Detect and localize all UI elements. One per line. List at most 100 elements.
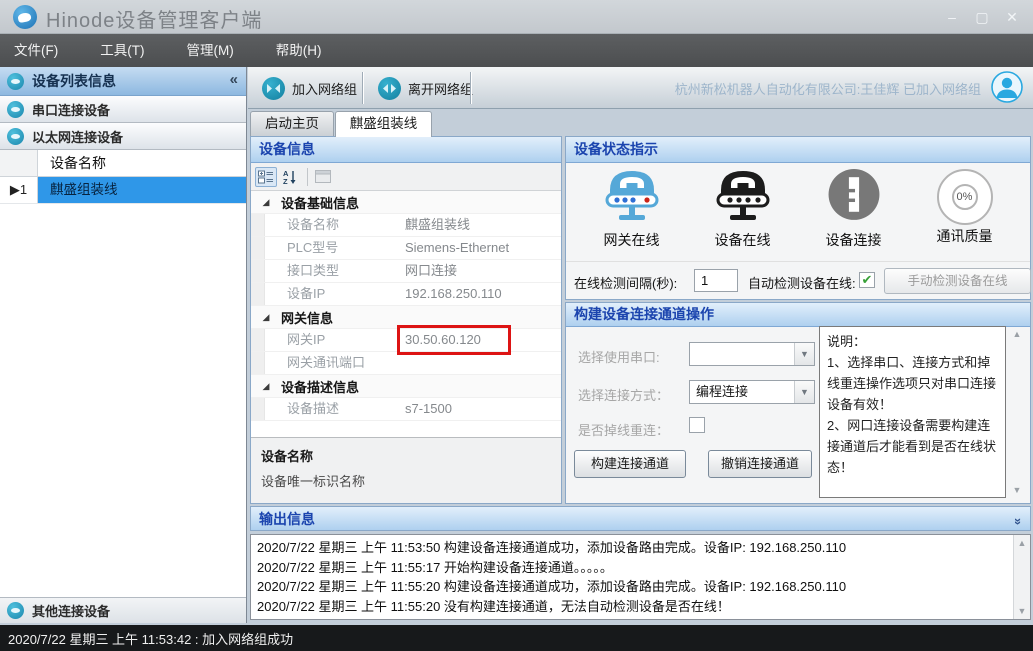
property-value[interactable]: 网口连接: [401, 260, 561, 282]
property-row-device-description[interactable]: 设备描述 s7-1500: [251, 398, 561, 421]
categorized-view-icon[interactable]: [255, 167, 277, 187]
property-value[interactable]: 麒盛组装线: [401, 214, 561, 236]
leave-group-icon: [378, 77, 401, 100]
main-toolbar: 加入网络组 离开网络组 杭州新松机器人自动化有限公司:王佳辉 已加入网络组: [248, 67, 1033, 109]
interval-input[interactable]: [694, 269, 738, 292]
expander-icon[interactable]: ◢: [251, 381, 281, 392]
chevron-down-icon[interactable]: ▼: [794, 381, 814, 403]
main-content: 设备信息 AZ ◢ 设备基础信息 设备名称 麒盛组装线: [248, 136, 1033, 625]
menu-tools[interactable]: 工具(T): [86, 34, 158, 67]
manual-detect-button[interactable]: 手动检测设备在线: [884, 268, 1031, 294]
leave-network-group-button[interactable]: 离开网络组: [368, 71, 483, 105]
category-row-basic-info[interactable]: ◢ 设备基础信息: [251, 191, 561, 214]
device-list-sidebar: 设备列表信息 « 串口连接设备 以太网连接设备 设备名称 ▶1 麒盛组装线 其他…: [0, 67, 247, 623]
gateway-router-icon: [600, 167, 664, 224]
quality-gauge-icon: 0%: [937, 169, 993, 225]
close-button[interactable]: ✕: [997, 4, 1027, 30]
category-label: 设备基础信息: [281, 193, 359, 212]
note-scrollbar: ▲ ▼: [1009, 326, 1025, 498]
menu-file[interactable]: 文件(F): [0, 34, 72, 67]
tab-device[interactable]: 麒盛组装线: [335, 111, 432, 137]
sidebar-item-serial-devices[interactable]: 串口连接设备: [0, 96, 246, 123]
revoke-channel-button[interactable]: 撤销连接通道: [708, 450, 812, 478]
log-line: 2020/7/22 星期三 上午 11:55:20 没有构建连接通道，无法自动检…: [257, 597, 1007, 617]
output-log[interactable]: 2020/7/22 星期三 上午 11:53:50 构建设备连接通道成功，添加设…: [250, 534, 1031, 620]
scroll-up-icon[interactable]: ▲: [1009, 326, 1025, 342]
property-row-plc-model[interactable]: PLC型号 Siemens-Ethernet: [251, 237, 561, 260]
indent-strip: [251, 237, 265, 259]
indent-strip: [251, 398, 265, 420]
reconnect-label: 是否掉线重连：: [578, 420, 669, 439]
device-name-cell[interactable]: 麒盛组装线: [38, 177, 246, 203]
status-indicators: 网关在线 设备在线: [566, 163, 1030, 263]
chevron-down-icon[interactable]: ▼: [794, 343, 814, 365]
auto-detect-checkbox[interactable]: ✔: [859, 272, 875, 288]
window-controls: – ▢ ✕: [937, 0, 1027, 34]
property-value[interactable]: Siemens-Ethernet: [401, 237, 561, 259]
collapse-panel-icon[interactable]: »: [1006, 518, 1031, 525]
property-label: 设备IP: [265, 283, 401, 305]
title-bar: Hinode设备管理客户端 – ▢ ✕: [0, 0, 1033, 34]
output-scrollbar[interactable]: ▲ ▼: [1013, 535, 1030, 619]
status-bar: 2020/7/22 星期三 上午 11:53:42 : 加入网络组成功: [0, 625, 1033, 651]
sidebar-header: 设备列表信息 «: [0, 67, 246, 96]
property-value[interactable]: 30.50.60.120: [401, 329, 561, 351]
selected-property-name: 设备名称: [261, 446, 551, 465]
category-row-gateway-info[interactable]: ◢ 网关信息: [251, 306, 561, 329]
sidebar-item-ethernet-devices[interactable]: 以太网连接设备: [0, 123, 246, 150]
property-label: 网关IP: [265, 329, 401, 351]
scroll-down-icon[interactable]: ▼: [1009, 482, 1025, 498]
device-router-icon: [711, 167, 775, 224]
category-row-description-info[interactable]: ◢ 设备描述信息: [251, 375, 561, 398]
property-value[interactable]: s7-1500: [401, 398, 561, 420]
expander-icon[interactable]: ◢: [251, 312, 281, 323]
table-row[interactable]: ▶1 麒盛组装线: [0, 177, 246, 204]
status-bar-message: 2020/7/22 星期三 上午 11:53:42 : 加入网络组成功: [0, 629, 293, 648]
auto-detect-label: 自动检测设备在线:: [748, 273, 856, 292]
indent-strip: [251, 260, 265, 282]
property-row-gateway-port[interactable]: 网关通讯端口: [251, 352, 561, 375]
toolbar-separator: [470, 72, 471, 104]
device-online-label: 设备在线: [691, 230, 795, 250]
scroll-down-icon[interactable]: ▼: [1014, 603, 1030, 619]
property-description-box: 设备名称 设备唯一标识名称: [251, 437, 561, 503]
connect-mode-label: 选择连接方式：: [578, 385, 669, 404]
expander-icon[interactable]: ◢: [251, 197, 281, 208]
interval-label: 在线检测间隔(秒):: [574, 273, 677, 292]
alphabetical-sort-icon[interactable]: AZ: [279, 167, 301, 187]
property-row-gateway-ip[interactable]: 网关IP 30.50.60.120: [251, 329, 561, 352]
sidebar-collapse-icon[interactable]: «: [230, 71, 238, 88]
selected-property-description: 设备唯一标识名称: [261, 471, 551, 490]
join-group-icon: [262, 77, 285, 100]
log-line: 2020/7/22 星期三 上午 11:55:17 开始构建设备连接通道。。。。…: [257, 558, 1007, 578]
menu-help[interactable]: 帮助(H): [262, 34, 336, 67]
reconnect-checkbox[interactable]: [689, 417, 705, 433]
menu-bar: 文件(F) 工具(T) 管理(M) 帮助(H): [0, 34, 1033, 67]
user-avatar: [991, 71, 1023, 103]
output-title: 输出信息: [259, 511, 315, 527]
category-label: 网关信息: [281, 308, 333, 327]
device-status-panel: 设备状态指示 网关在线: [565, 136, 1031, 300]
property-value[interactable]: [401, 352, 561, 374]
minimize-button[interactable]: –: [937, 4, 967, 30]
property-value[interactable]: 192.168.250.110: [401, 283, 561, 305]
property-row-device-ip[interactable]: 设备IP 192.168.250.110: [251, 283, 561, 306]
scroll-up-icon[interactable]: ▲: [1014, 535, 1030, 551]
build-channel-button[interactable]: 构建连接通道: [574, 450, 686, 478]
property-row-interface-type[interactable]: 接口类型 网口连接: [251, 260, 561, 283]
build-channel-header: 构建设备连接通道操作: [566, 303, 1030, 327]
property-grid-toolbar: AZ: [251, 163, 561, 191]
maximize-button[interactable]: ▢: [967, 4, 997, 30]
menu-manage[interactable]: 管理(M): [173, 34, 248, 67]
tab-home[interactable]: 启动主页: [250, 111, 334, 136]
connect-mode-select[interactable]: 编程连接 ▼: [689, 380, 815, 404]
property-pages-icon[interactable]: [312, 167, 334, 187]
property-label: PLC型号: [265, 237, 401, 259]
property-row-device-name[interactable]: 设备名称 麒盛组装线: [251, 214, 561, 237]
device-connect-indicator: 设备连接: [802, 167, 906, 263]
serial-port-select[interactable]: ▼: [689, 342, 815, 366]
sidebar-item-other-devices[interactable]: 其他连接设备: [0, 597, 246, 623]
serial-port-label: 选择使用串口:: [578, 347, 660, 366]
check-icon: ✔: [860, 273, 874, 287]
join-network-group-button[interactable]: 加入网络组: [252, 71, 367, 105]
